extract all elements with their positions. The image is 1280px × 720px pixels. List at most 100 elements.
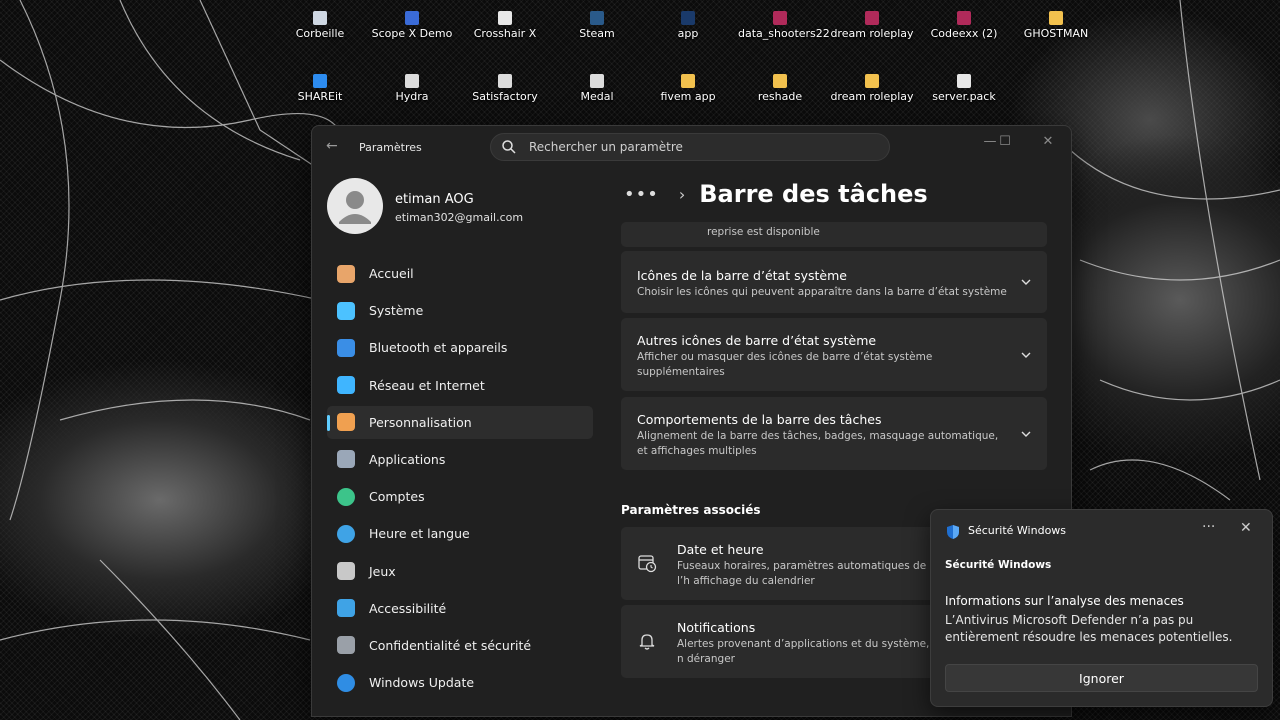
sidebar-item-9[interactable]: Accessibilité [327,592,593,625]
sidebar-item-label: Accessibilité [369,600,447,616]
search-placeholder: Rechercher un paramètre [529,140,683,154]
sidebar-item-8[interactable]: Jeux [327,555,593,588]
more-options-icon[interactable]: ··· [1202,519,1215,535]
desktop-icon[interactable]: app [646,11,730,40]
recycle-bin-icon [313,11,327,25]
sidebar-item-label: Confidentialité et sécurité [369,637,532,653]
avatar [327,178,383,234]
desktop-icon[interactable]: GHOSTMAN [1014,11,1098,40]
desktop-icon-label: reshade [757,90,803,103]
desktop-icon[interactable]: Crosshair X [463,11,547,40]
sidebar-nav: Accueil Système Bluetooth et appareils Rése… [327,257,593,703]
sidebar-item-3[interactable]: Réseau et Internet [327,369,593,402]
desktop-icon[interactable]: Corbeille [278,11,362,40]
notification-title: Informations sur l’analyse des menaces [945,594,1184,608]
desktop-icon-label: Satisfactory [472,90,538,103]
sidebar-item-6[interactable]: Comptes [327,480,593,513]
folder-icon [773,74,787,88]
person-icon [337,487,355,506]
desktop-icon[interactable]: Scope X Demo [370,11,454,40]
desktop-icon[interactable]: dream roleplay [830,74,914,103]
card-desc: Fuseaux horaires, paramètres automatique… [677,560,927,587]
back-arrow-icon[interactable]: ← [326,138,338,154]
sidebar-item-10[interactable]: Confidentialité et sécurité [327,629,593,662]
wifi-icon [337,376,355,395]
card-title: Autres icônes de barre d’état système [637,333,877,348]
sidebar-item-2[interactable]: Bluetooth et appareils [327,331,593,364]
desktop-icon[interactable]: Hydra [370,74,454,103]
card-desc: Alignement de la barre des tâches, badge… [637,430,999,457]
desktop-icon-label: Crosshair X [473,27,537,40]
file-icon [957,74,971,88]
sidebar-item-label: Applications [369,451,446,467]
close-icon[interactable]: ✕ [1240,520,1252,536]
card-other-tray-icons[interactable]: Autres icônes de barre d’état système Af… [621,318,1047,391]
maximize-button[interactable]: ☐ [990,134,1020,149]
desktop-icon[interactable]: reshade [738,74,822,103]
desktop-icon[interactable]: server.pack [922,74,1006,103]
chevron-down-icon [1021,279,1031,285]
search-input[interactable]: Rechercher un paramètre [490,133,890,161]
sidebar-item-label: Windows Update [369,675,475,691]
globe-clock-icon [337,524,355,543]
card-tray-icons[interactable]: Icônes de la barre d’état système Choisi… [621,251,1047,313]
sidebar-item-4[interactable]: Personnalisation [327,405,593,439]
desktop-icon-label: Codeexx (2) [930,27,998,40]
card-desc: Afficher ou masquer des icônes de barre … [637,351,933,378]
desktop-icon-label: dream roleplay [830,27,914,40]
app-icon [405,74,419,88]
user-email: etiman302@gmail.com [395,211,524,224]
card-desc: Choisir les icônes qui peuvent apparaîtr… [637,286,1007,298]
bluetooth-icon [337,338,355,357]
app-icon [590,74,604,88]
desktop-icon[interactable]: dream roleplay [830,11,914,40]
desktop-icon-label: fivem app [660,90,716,103]
desktop-icon-label: Hydra [395,90,429,103]
card-desc: Alertes provenant d’applications et du s… [677,638,930,665]
sidebar-item-11[interactable]: Windows Update [327,666,593,699]
card-taskbar-behaviors[interactable]: Comportements de la barre des tâches Ali… [621,397,1047,470]
sidebar-item-label: Comptes [369,489,425,505]
user-name: etiman AOG [395,192,474,207]
close-button[interactable]: ✕ [1033,134,1063,149]
desktop-icon-label: Steam [579,27,615,40]
card-title: Notifications [677,620,756,635]
breadcrumb-more[interactable]: ••• [624,184,659,205]
folder-icon [1049,11,1063,25]
desktop-icon[interactable]: Codeexx (2) [922,11,1006,40]
page-title: Barre des tâches [699,180,928,208]
gamepad-icon [337,562,355,580]
person-icon [339,191,371,224]
sidebar-item-0[interactable]: Accueil [327,257,593,290]
sidebar-item-label: Bluetooth et appareils [369,340,508,356]
archive-icon [957,11,971,25]
brush-icon [337,413,355,432]
sidebar-item-1[interactable]: Système [327,294,593,327]
bell-icon [639,634,655,650]
desktop-icon[interactable]: SHAREit [278,74,362,103]
security-notification: Sécurité Windows ··· ✕ Sécurité Windows … [930,509,1273,707]
desktop-icon[interactable]: Steam [555,11,639,40]
partial-card: reprise est disponible [621,222,1047,247]
sidebar-item-label: Jeux [369,563,396,579]
ignore-button[interactable]: Ignorer [945,664,1258,692]
desktop-icon[interactable]: Satisfactory [463,74,547,103]
sidebar-item-label: Personnalisation [369,414,472,430]
sidebar-item-label: Système [369,303,424,319]
desktop-icon[interactable]: data_shooters22 [738,11,830,40]
sidebar-item-label: Heure et langue [369,526,470,542]
sidebar-item-5[interactable]: Applications [327,443,593,476]
desktop-icon-label: server.pack [932,90,996,103]
accessibility-icon [337,599,355,618]
desktop-icon[interactable]: fivem app [646,74,730,103]
desktop-icon-label: Scope X Demo [371,27,453,40]
app-title: Paramètres [359,141,422,154]
sidebar-item-7[interactable]: Heure et langue [327,517,593,550]
desktop-icon[interactable]: Medal [555,74,639,103]
desktop-icon-label: Corbeille [295,27,345,40]
folder-icon [865,74,879,88]
search-icon [502,140,516,154]
archive-icon [773,11,787,25]
archive-icon [865,11,879,25]
title-bar: ← Paramètres Rechercher un paramètre — ☐… [312,126,1071,170]
